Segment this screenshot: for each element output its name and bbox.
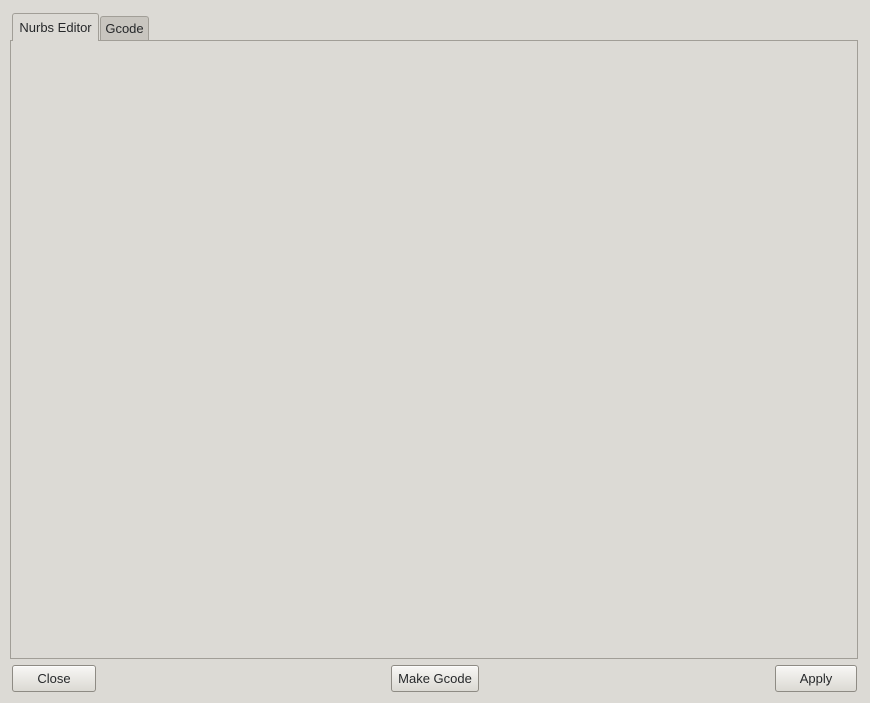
tab-nurbs-editor[interactable]: Nurbs Editor [12, 13, 99, 41]
nurbs-editor-panel [10, 40, 858, 659]
button-label: Close [37, 671, 71, 686]
apply-button[interactable]: Apply [775, 665, 857, 692]
make-gcode-button[interactable]: Make Gcode [391, 665, 479, 692]
button-label: Apply [799, 671, 833, 686]
tab-label: Nurbs Editor [19, 20, 92, 35]
button-label: Make Gcode [398, 671, 472, 686]
close-button[interactable]: Close [12, 665, 96, 692]
tab-gcode[interactable]: Gcode [100, 16, 149, 40]
nurbs-editor-window: Nurbs Editor Gcode Tool 0 Feed 0.00 Rapi… [0, 0, 870, 703]
tab-label: Gcode [105, 21, 144, 36]
